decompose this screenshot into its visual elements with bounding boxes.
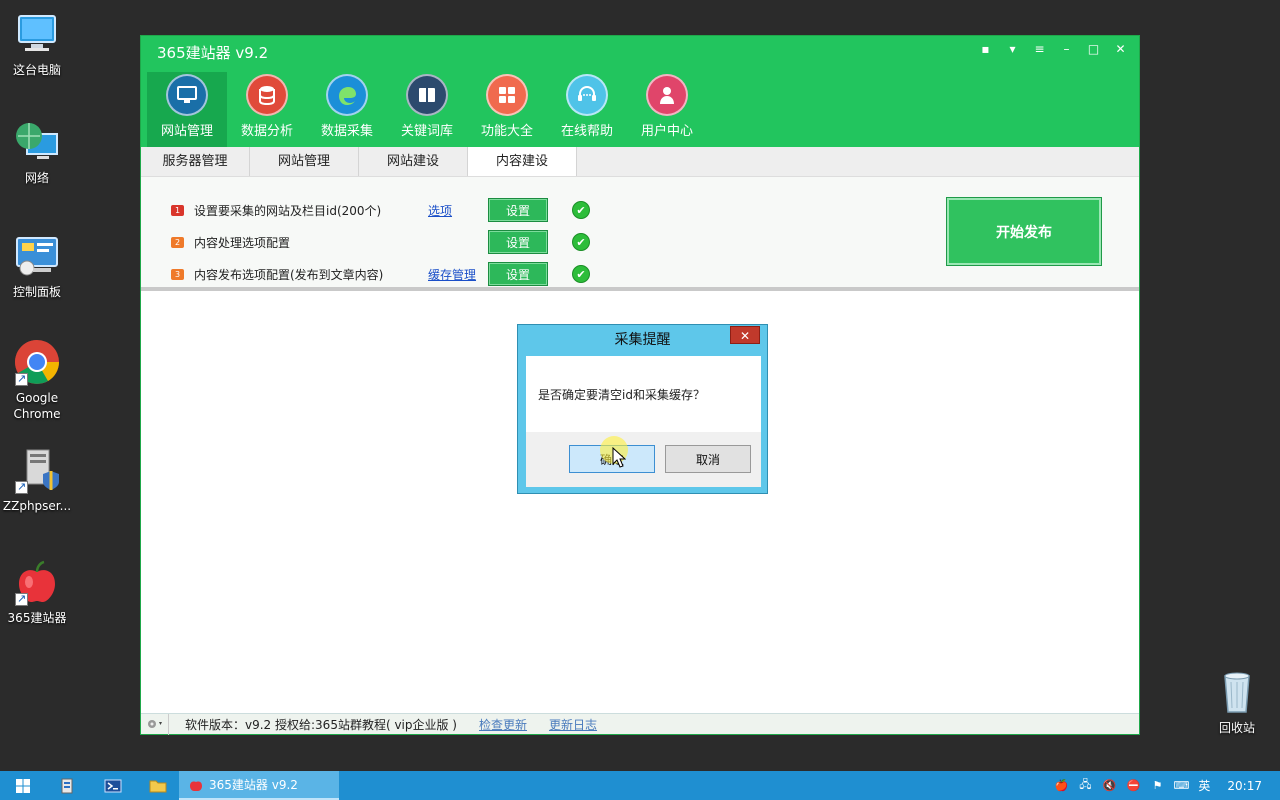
settings-panel: 1 设置要采集的网站及栏目id(200个) 选项 设置 ✔ 2 内容处理选项配置… <box>141 177 1139 291</box>
chrome-icon <box>13 338 61 387</box>
grid-icon <box>486 74 528 116</box>
powershell-taskbar-icon[interactable] <box>90 771 135 800</box>
check-update-link[interactable]: 检查更新 <box>479 716 527 733</box>
apple-app-icon <box>190 780 202 791</box>
control-panel-icon <box>13 232 61 280</box>
system-tray: 🍎 🖧 🔇 ⛔ ⚑ ⌨ 英 20:17 <box>1049 771 1280 800</box>
check-icon: ✔ <box>572 265 590 283</box>
apple-tray-icon[interactable]: 🍎 <box>1053 778 1069 794</box>
tab-site-building[interactable]: 网站建设 <box>359 147 468 176</box>
network-globe-icon <box>13 118 61 166</box>
shirt-icon[interactable]: ▾ <box>1004 41 1021 57</box>
headset-icon <box>566 74 608 116</box>
recycle-bin-icon <box>1213 668 1261 716</box>
dialog-close-button[interactable]: ✕ <box>730 326 760 344</box>
set-button-1[interactable]: 设置 <box>488 198 548 222</box>
clock[interactable]: 20:17 <box>1227 779 1262 793</box>
nav-item-user-center[interactable]: 用户中心 <box>627 72 707 147</box>
settings-row-label: 内容处理选项配置 <box>194 235 291 250</box>
shortcut-arrow-icon <box>15 371 28 387</box>
start-button[interactable] <box>0 771 45 800</box>
collection-reminder-dialog: 采集提醒 ✕ 是否确定要清空id和采集缓存？ 确定 取消 <box>517 324 768 494</box>
server-manager-taskbar-icon[interactable] <box>45 771 90 800</box>
flag-tray-icon[interactable]: ⚑ <box>1149 778 1165 794</box>
file-explorer-taskbar-icon[interactable] <box>135 771 180 800</box>
zzphpserver-icon <box>13 446 61 495</box>
set-button-2[interactable]: 设置 <box>488 230 548 254</box>
changelog-link[interactable]: 更新日志 <box>549 716 597 733</box>
tab-site-management[interactable]: 网站管理 <box>250 147 359 176</box>
desktop-icon-this-pc[interactable]: 这台电脑 <box>0 10 74 78</box>
app-title: 365建站器 v9.2 <box>157 44 269 62</box>
gear-icon[interactable] <box>141 713 169 735</box>
taskbar: 365建站器 v9.2 🍎 🖧 🔇 ⛔ ⚑ ⌨ 英 20:17 <box>0 771 1280 800</box>
settings-row-2: 2 内容处理选项配置 设置 ✔ <box>171 230 590 254</box>
database-icon <box>246 74 288 116</box>
user-icon <box>646 74 688 116</box>
app-titlebar: 365建站器 v9.2 ▪ ▾ ≡ – □ ✕ 网站管理 数据分析 数据采集 关… <box>141 36 1139 147</box>
nav-item-keyword-library[interactable]: 关键词库 <box>387 72 467 147</box>
menu-down-icon[interactable]: ≡ <box>1031 41 1048 57</box>
windows-logo-icon <box>15 778 30 793</box>
nav-item-data-analysis[interactable]: 数据分析 <box>227 72 307 147</box>
edge-icon <box>326 74 368 116</box>
minimize-icon[interactable]: – <box>1058 41 1075 57</box>
book-icon <box>406 74 448 116</box>
check-icon: ✔ <box>572 201 590 219</box>
nav-item-online-help[interactable]: 在线帮助 <box>547 72 627 147</box>
chat-icon[interactable]: ▪ <box>977 41 994 57</box>
desktop-icon-zzphpserver[interactable]: ZZphpser... <box>0 446 74 514</box>
computer-icon <box>13 10 61 58</box>
cancel-button[interactable]: 取消 <box>665 445 751 473</box>
shortcut-arrow-icon <box>15 591 28 607</box>
dialog-footer: 确定 取消 <box>526 432 761 487</box>
status-bar: 软件版本：v9.2 授权给:365站群教程( vip企业版 ) 检查更新 更新日… <box>141 713 1139 735</box>
nav-item-site-management[interactable]: 网站管理 <box>147 72 227 147</box>
apple-app-icon <box>13 558 61 607</box>
monitor-icon <box>166 74 208 116</box>
check-icon: ✔ <box>572 233 590 251</box>
settings-row-3: 3 内容发布选项配置(发布到文章内容) 缓存管理 设置 ✔ <box>171 262 590 286</box>
volume-muted-tray-icon[interactable]: 🔇 <box>1101 778 1117 794</box>
step-badge: 1 <box>171 204 184 216</box>
dialog-body: 是否确定要清空id和采集缓存？ 确定 取消 <box>526 356 761 487</box>
set-button-3[interactable]: 设置 <box>488 262 548 286</box>
ime-indicator[interactable]: 英 <box>1198 777 1210 794</box>
keyboard-tray-icon[interactable]: ⌨ <box>1173 778 1189 794</box>
version-info: 软件版本：v9.2 授权给:365站群教程( vip企业版 ) <box>185 717 457 732</box>
network-disconnected-tray-icon[interactable]: ⛔ <box>1125 778 1141 794</box>
start-publish-button[interactable]: 开始发布 <box>946 197 1102 266</box>
network-warning-tray-icon[interactable]: 🖧 <box>1077 778 1093 794</box>
tab-server-management[interactable]: 服务器管理 <box>141 147 250 176</box>
desktop-icon-network[interactable]: 网络 <box>0 118 74 186</box>
nav-item-data-collection[interactable]: 数据采集 <box>307 72 387 147</box>
desktop-icon-recycle-bin[interactable]: 回收站 <box>1200 668 1274 736</box>
step-badge: 3 <box>171 268 184 280</box>
dialog-message: 是否确定要清空id和采集缓存？ <box>538 388 705 402</box>
desktop-icon-chrome[interactable]: Google Chrome <box>0 338 74 422</box>
settings-row-label: 内容发布选项配置(发布到文章内容) <box>194 267 384 282</box>
tab-content-building[interactable]: 内容建设 <box>468 147 577 176</box>
window-controls: ▪ ▾ ≡ – □ ✕ <box>977 41 1129 57</box>
main-nav: 网站管理 数据分析 数据采集 关键词库 功能大全 在线帮助 用户中心 <box>147 72 707 147</box>
tab-bar: 服务器管理 网站管理 网站建设 内容建设 <box>141 147 1139 177</box>
nav-item-all-functions[interactable]: 功能大全 <box>467 72 547 147</box>
shortcut-arrow-icon <box>15 479 28 495</box>
close-icon[interactable]: ✕ <box>1112 41 1129 57</box>
taskbar-task-365-builder[interactable]: 365建站器 v9.2 <box>179 771 339 800</box>
maximize-icon[interactable]: □ <box>1085 41 1102 57</box>
cache-management-link[interactable]: 缓存管理 <box>428 266 488 283</box>
settings-row-label: 设置要采集的网站及栏目id(200个) <box>194 203 382 218</box>
desktop-icon-control-panel[interactable]: 控制面板 <box>0 232 74 300</box>
mouse-cursor-icon <box>612 446 627 472</box>
options-link[interactable]: 选项 <box>428 202 488 219</box>
desktop-icon-365-builder[interactable]: 365建站器 <box>0 558 74 626</box>
step-badge: 2 <box>171 236 184 248</box>
settings-row-1: 1 设置要采集的网站及栏目id(200个) 选项 设置 ✔ <box>171 198 590 222</box>
